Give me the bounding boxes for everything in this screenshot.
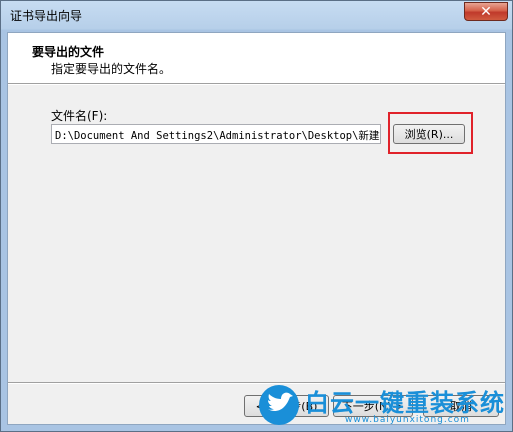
file-name-label: 文件名(F): <box>51 109 108 123</box>
header-subtitle: 指定要导出的文件名。 <box>51 62 172 76</box>
wizard-header: 要导出的文件 指定要导出的文件名。 <box>8 33 505 83</box>
cancel-button[interactable]: 取消 <box>423 395 499 417</box>
browse-button[interactable]: 浏览(R)... <box>393 124 465 144</box>
wizard-client-area: 要导出的文件 指定要导出的文件名。 文件名(F): D:\Document An… <box>7 32 506 425</box>
certificate-export-wizard-window: 证书导出向导 ✕ 要导出的文件 指定要导出的文件名。 文件名(F): D:\Do… <box>0 0 513 432</box>
back-button[interactable]: < 上一步(B) <box>244 395 329 417</box>
file-name-input[interactable]: D:\Document And Settings2\Administrator\… <box>51 124 381 144</box>
title-bar[interactable]: 证书导出向导 ✕ <box>1 1 512 31</box>
window-title: 证书导出向导 <box>10 9 83 23</box>
header-title: 要导出的文件 <box>32 45 105 59</box>
header-divider <box>8 83 505 85</box>
close-button[interactable]: ✕ <box>464 2 508 21</box>
close-icon: ✕ <box>480 3 492 20</box>
footer-divider <box>8 382 505 384</box>
next-button[interactable]: 下一步(N) > <box>333 395 413 417</box>
